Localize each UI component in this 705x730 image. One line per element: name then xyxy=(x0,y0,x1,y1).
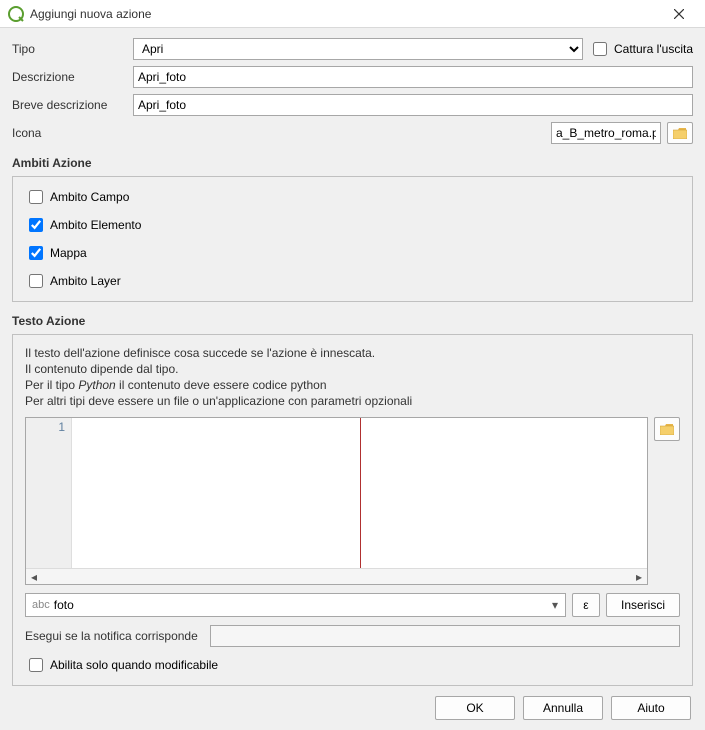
input-notify[interactable] xyxy=(210,625,680,647)
label-breve: Breve descrizione xyxy=(12,98,127,112)
checkbox-enable-editable[interactable]: Abilita solo quando modificabile xyxy=(25,655,680,675)
help-button[interactable]: Aiuto xyxy=(611,696,691,720)
group-title-ambiti: Ambiti Azione xyxy=(12,156,693,170)
label-tipo: Tipo xyxy=(12,42,127,56)
label-descrizione: Descrizione xyxy=(12,70,127,84)
checkbox-ambito-campo-input[interactable] xyxy=(29,190,43,204)
browse-icon-button[interactable] xyxy=(667,122,693,144)
title-bar: Aggiungi nuova azione xyxy=(0,0,705,28)
field-select-value: foto xyxy=(54,598,547,612)
window-title: Aggiungi nuova azione xyxy=(30,7,659,21)
checkbox-mappa-input[interactable] xyxy=(29,246,43,260)
dialog-button-bar: OK Annulla Aiuto xyxy=(0,686,705,730)
ok-button[interactable]: OK xyxy=(435,696,515,720)
browse-action-file-button[interactable] xyxy=(654,417,680,441)
checkbox-ambito-elemento-input[interactable] xyxy=(29,218,43,232)
checkbox-capture-output-input[interactable] xyxy=(593,42,607,56)
editor-row: 1 ◂ ▸ xyxy=(25,417,680,585)
checkbox-ambito-campo[interactable]: Ambito Campo xyxy=(25,187,680,207)
checkbox-ambito-elemento[interactable]: Ambito Elemento xyxy=(25,215,680,235)
checkbox-mappa[interactable]: Mappa xyxy=(25,243,680,263)
row-notify: Esegui se la notifica corrisponde xyxy=(25,625,680,647)
input-breve[interactable] xyxy=(133,94,693,116)
editor-gutter: 1 xyxy=(26,418,72,568)
field-select[interactable]: abc foto ▾ xyxy=(25,593,566,617)
app-logo-icon xyxy=(8,6,24,22)
editor-horizontal-scrollbar[interactable]: ◂ ▸ xyxy=(26,568,647,584)
editor-margin-line xyxy=(360,418,361,568)
checkbox-capture-output[interactable]: Cattura l'uscita xyxy=(589,39,693,59)
input-descrizione[interactable] xyxy=(133,66,693,88)
expression-button[interactable]: ε xyxy=(572,593,600,617)
label-mappa: Mappa xyxy=(50,246,87,260)
label-icona: Icona xyxy=(12,126,127,140)
folder-icon xyxy=(660,424,674,435)
scroll-left-arrow-icon[interactable]: ◂ xyxy=(28,571,40,583)
group-ambiti: Ambito Campo Ambito Elemento Mappa Ambit… xyxy=(12,176,693,302)
field-insert-row: abc foto ▾ ε Inserisci xyxy=(25,593,680,617)
checkbox-ambito-layer[interactable]: Ambito Layer xyxy=(25,271,680,291)
label-notify: Esegui se la notifica corrisponde xyxy=(25,629,198,643)
code-editor[interactable]: 1 ◂ ▸ xyxy=(25,417,648,585)
chevron-down-icon: ▾ xyxy=(547,598,563,612)
input-icona-path[interactable] xyxy=(551,122,661,144)
folder-icon xyxy=(673,128,687,139)
checkbox-enable-editable-input[interactable] xyxy=(29,658,43,672)
checkbox-ambito-layer-input[interactable] xyxy=(29,274,43,288)
field-type-icon: abc xyxy=(32,599,50,611)
row-descrizione: Descrizione xyxy=(12,66,693,88)
label-capture-output: Cattura l'uscita xyxy=(614,42,693,56)
close-icon xyxy=(674,9,684,19)
label-enable-editable: Abilita solo quando modificabile xyxy=(50,658,218,672)
label-ambito-layer: Ambito Layer xyxy=(50,274,121,288)
select-tipo[interactable]: Apri xyxy=(133,38,583,60)
close-button[interactable] xyxy=(659,0,699,28)
row-icona: Icona xyxy=(12,122,693,144)
insert-button[interactable]: Inserisci xyxy=(606,593,680,617)
action-text-description: Il testo dell'azione definisce cosa succ… xyxy=(25,345,680,409)
label-ambito-campo: Ambito Campo xyxy=(50,190,129,204)
editor-code-area[interactable] xyxy=(72,418,647,568)
group-title-testo: Testo Azione xyxy=(12,314,693,328)
row-tipo: Tipo Apri Cattura l'uscita xyxy=(12,38,693,60)
label-ambito-elemento: Ambito Elemento xyxy=(50,218,141,232)
row-breve: Breve descrizione xyxy=(12,94,693,116)
cancel-button[interactable]: Annulla xyxy=(523,696,603,720)
group-testo: Il testo dell'azione definisce cosa succ… xyxy=(12,334,693,686)
scroll-right-arrow-icon[interactable]: ▸ xyxy=(633,571,645,583)
